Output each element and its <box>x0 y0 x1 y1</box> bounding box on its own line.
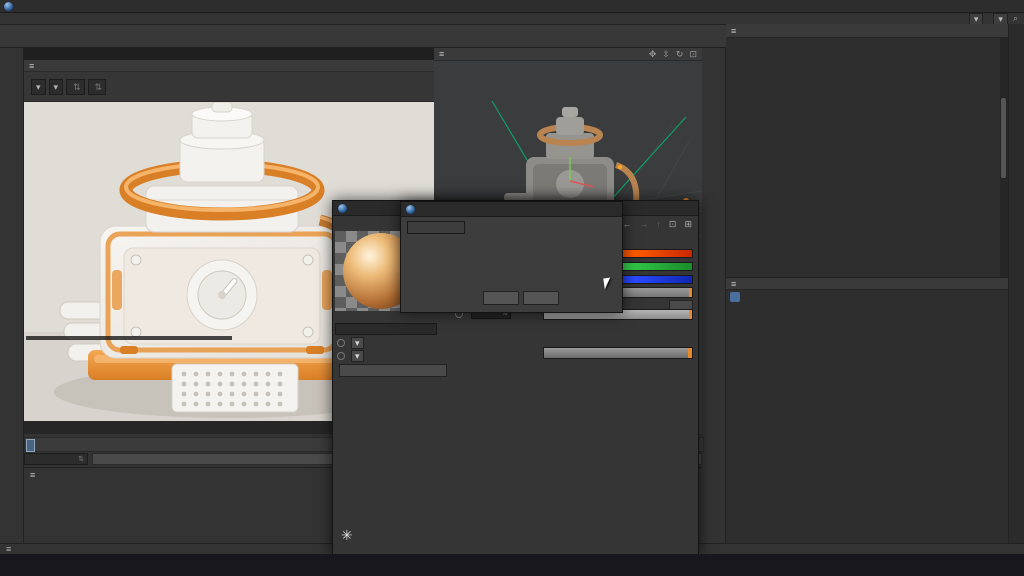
secondary-slider[interactable] <box>543 347 693 359</box>
color-picker-window <box>400 201 623 313</box>
windows-taskbar <box>0 554 1024 576</box>
interface-dropdown[interactable]: ▾ <box>993 13 1008 25</box>
timeline-scrubber[interactable] <box>26 439 35 452</box>
hamburger-icon[interactable]: ≡ <box>30 470 35 480</box>
brdf-mode-row: ▾ <box>337 350 364 362</box>
object-manager-scrollbar[interactable] <box>1000 38 1008 290</box>
display-mode-dropdown[interactable]: ▾ <box>31 79 46 95</box>
ok-button[interactable] <box>483 291 519 305</box>
cinema4d-logo-icon <box>338 204 347 213</box>
cinema4d-logo-icon <box>406 205 415 214</box>
brdf-dropdown[interactable]: ▾ <box>351 350 364 362</box>
right-panel: ≡ ≡ <box>726 24 1008 543</box>
attribute-manager-menubar: ≡ <box>726 277 1008 290</box>
object-manager-menubar: ≡ <box>726 24 1008 38</box>
node-space-dropdown[interactable]: ▾ <box>969 13 984 25</box>
octane-sidebar-toolbar <box>702 48 726 543</box>
window-titlebar <box>0 0 1024 13</box>
desktop: ▾ ▾ ⌕ ≡ ▾ ▾ ⇅ ⇅ <box>0 0 1024 576</box>
hamburger-icon[interactable]: ≡ <box>439 49 444 59</box>
viewport-pan-icon[interactable]: ✥ <box>649 49 657 60</box>
layout-search-icon[interactable]: ⌕ <box>1013 13 1018 24</box>
octane-viewer-toolbar: ▾ ▾ ⇅ ⇅ <box>24 72 434 102</box>
octane-viewer-menubar: ≡ <box>24 60 434 72</box>
left-mode-toolbar <box>0 48 24 543</box>
side-tab-strip <box>1008 24 1024 543</box>
object-manager-tree <box>726 38 1000 290</box>
up-icon[interactable]: ↑ <box>656 219 661 230</box>
pipe-object-icon <box>730 292 740 302</box>
viewport-rotate-icon[interactable]: ↻ <box>676 49 684 60</box>
back-icon[interactable]: ← <box>622 219 631 230</box>
material-search-field[interactable] <box>335 323 437 335</box>
forward-icon[interactable]: → <box>639 219 648 230</box>
lock-icon[interactable]: ⊡ <box>669 219 677 230</box>
cancel-button[interactable] <box>523 291 559 305</box>
octane-vram-overlay <box>26 336 232 340</box>
node-editor-button[interactable] <box>339 364 447 377</box>
viewport-zoom-icon[interactable]: ⇳ <box>662 49 670 60</box>
taskbar-clock[interactable] <box>1016 560 1024 570</box>
hamburger-icon[interactable]: ≡ <box>29 61 34 71</box>
region-spinner[interactable]: ⇅ <box>66 79 85 95</box>
material-type-row: ▾ <box>337 337 364 349</box>
hamburger-icon[interactable]: ≡ <box>731 279 736 289</box>
hamburger-icon: ≡ <box>6 544 11 554</box>
attribute-object-title <box>730 292 744 302</box>
kernel-dropdown[interactable]: ▾ <box>49 79 64 95</box>
color-picker-titlebar[interactable] <box>401 202 622 217</box>
current-color-swatch <box>407 221 465 234</box>
viewport-menubar: ≡ ✥ ⇳ ↻ ⊡ <box>434 48 702 61</box>
scale-spinner[interactable]: ⇅ <box>88 79 107 95</box>
octane-viewer-tabbar <box>24 48 434 60</box>
viewport-maximize-icon[interactable]: ⊡ <box>689 49 697 60</box>
cinema4d-logo-icon <box>4 2 13 11</box>
hamburger-icon[interactable]: ≡ <box>731 26 736 36</box>
mouse-cursor <box>603 278 611 290</box>
material-editor-nav: ← → ↑ ⊡ ⊞ <box>622 219 692 230</box>
material-type-dropdown[interactable]: ▾ <box>351 337 364 349</box>
current-frame-field[interactable]: ⇅ <box>24 453 88 465</box>
octane-logo-icon: ✳ <box>341 527 353 544</box>
new-window-icon[interactable]: ⊞ <box>684 219 692 230</box>
